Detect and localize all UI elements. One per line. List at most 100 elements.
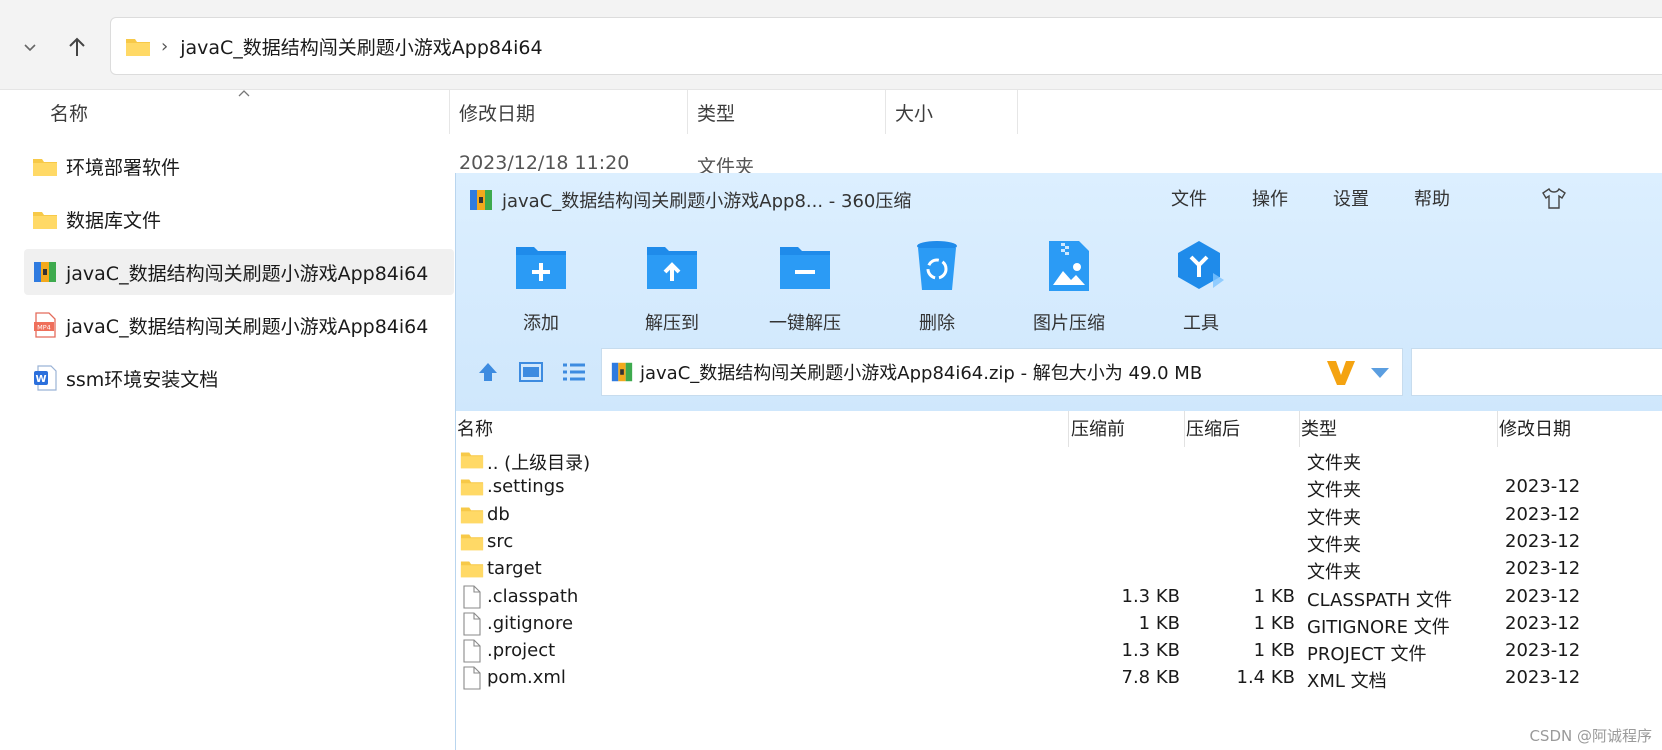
file-list-item-selected[interactable]: javaC_数据结构闯关刷题小游戏App84i64 — [24, 249, 454, 295]
file-name: javaC_数据结构闯关刷题小游戏App84i64 — [66, 315, 429, 338]
file-icon — [460, 584, 484, 609]
extract-to-folder-icon — [647, 247, 697, 289]
one-click-extract-button[interactable]: 一键解压 — [750, 237, 860, 335]
archive-row[interactable]: .gitignore 1 KB 1 KB GITIGNORE 文件 2023-12 — [456, 611, 1662, 638]
entry-type: CLASSPATH 文件 — [1307, 589, 1453, 611]
size-before: 7.8 KB — [1121, 667, 1181, 689]
size-after: 1 KB — [1253, 640, 1295, 662]
archive-row[interactable]: src 文件夹 2023-12 — [456, 529, 1662, 556]
one-click-extract-icon — [780, 247, 830, 289]
word-doc-icon: W — [32, 365, 58, 391]
folder-icon — [460, 475, 484, 499]
file-list-item[interactable]: 环境部署软件 — [24, 143, 454, 189]
column-type[interactable]: 类型 — [1301, 413, 1337, 443]
mp4-file-icon: MP4 — [32, 312, 58, 338]
entry-name: pom.xml — [487, 667, 566, 689]
entry-type: GITIGNORE 文件 — [1307, 616, 1450, 638]
file-name: 数据库文件 — [66, 209, 162, 232]
column-size[interactable]: 大小 — [895, 90, 933, 134]
entry-date: 2023-12 — [1505, 558, 1581, 580]
file-icon — [460, 612, 484, 636]
entry-name: .project — [487, 640, 556, 662]
list-view-icon[interactable] — [562, 361, 586, 383]
menu-file[interactable]: 文件 — [1171, 185, 1207, 211]
recycle-bin-icon — [917, 241, 957, 290]
sort-ascending-icon — [238, 90, 250, 97]
thumbnail-view-icon[interactable] — [519, 361, 543, 383]
entry-name: .gitignore — [487, 612, 574, 634]
file-name: javaC_数据结构闯关刷题小游戏App84i64 — [66, 262, 429, 285]
dropdown-arrow-icon[interactable] — [1370, 367, 1390, 379]
image-compress-icon — [1049, 241, 1089, 291]
archive-row[interactable]: .project 1.3 KB 1 KB PROJECT 文件 2023-12 — [456, 638, 1662, 665]
column-name[interactable]: 名称 — [50, 90, 88, 134]
arrow-up-icon — [69, 37, 85, 56]
delete-button[interactable]: 删除 — [882, 237, 992, 335]
add-folder-icon — [516, 247, 566, 289]
entry-date: 2023-12 — [1505, 476, 1581, 498]
folder-icon — [32, 153, 58, 179]
entry-type: XML 文档 — [1307, 671, 1387, 693]
archiver-window: javaC_数据结构闯关刷题小游戏App8... - 360压缩 文件 操作 设… — [455, 173, 1662, 750]
menu-help[interactable]: 帮助 — [1414, 185, 1450, 211]
skin-shirt-icon[interactable] — [1542, 187, 1566, 209]
entry-name: db — [487, 503, 510, 525]
vip-v-icon[interactable] — [1326, 359, 1356, 387]
zip-archive-icon — [32, 259, 58, 285]
column-name[interactable]: 名称 — [457, 413, 493, 443]
svg-text:W: W — [35, 374, 46, 385]
file-list-item[interactable]: 数据库文件 — [24, 196, 454, 242]
archive-search-box[interactable] — [1411, 348, 1662, 396]
entry-type: 文件夹 — [1307, 453, 1361, 474]
recent-locations-button[interactable] — [13, 30, 47, 64]
address-bar[interactable]: › javaC_数据结构闯关刷题小游戏App84i64 — [110, 17, 1662, 75]
entry-type: PROJECT 文件 — [1307, 644, 1427, 666]
column-modified[interactable]: 修改日期 — [1499, 413, 1571, 443]
size-before: 1.3 KB — [1121, 640, 1181, 662]
up-level-arrow-icon[interactable] — [476, 360, 500, 384]
file-list-item[interactable]: MP4 javaC_数据结构闯关刷题小游戏App84i64 — [24, 302, 454, 348]
image-compress-button[interactable]: 图片压缩 — [1014, 237, 1124, 335]
folder-icon — [460, 448, 484, 472]
archive-path-bar[interactable]: javaC_数据结构闯关刷题小游戏App84i64.zip - 解包大小为 49… — [601, 348, 1403, 396]
chevron-down-icon — [24, 44, 36, 52]
archive-row[interactable]: .. (上级目录) 文件夹 — [456, 447, 1662, 474]
item-modified-date: 2023/12/18 11:20 — [459, 152, 630, 174]
archive-path-text: javaC_数据结构闯关刷题小游戏App84i64.zip - 解包大小为 49… — [640, 363, 1203, 384]
entry-name: target — [487, 558, 542, 580]
file-list-item[interactable]: W ssm环境安装文档 — [24, 355, 454, 401]
folder-icon — [460, 530, 484, 554]
extract-to-button[interactable]: 解压到 — [617, 237, 727, 335]
explorer-toolbar: › javaC_数据结构闯关刷题小游戏App84i64 — [0, 0, 1662, 90]
menu-settings[interactable]: 设置 — [1333, 185, 1369, 211]
entry-date: 2023-12 — [1505, 503, 1581, 525]
entry-name: .. (上级目录) — [487, 453, 591, 474]
folder-icon — [126, 39, 150, 56]
entry-type: 文件夹 — [1307, 534, 1361, 556]
archive-row[interactable]: .settings 文件夹 2023-12 — [456, 474, 1662, 501]
entry-date: 2023-12 — [1505, 585, 1581, 607]
column-type[interactable]: 类型 — [697, 90, 735, 134]
entry-name: src — [487, 530, 514, 552]
file-name: 环境部署软件 — [66, 156, 181, 179]
entry-type: 文件夹 — [1307, 562, 1361, 584]
column-size-after[interactable]: 压缩后 — [1186, 413, 1240, 443]
size-before: 1.3 KB — [1121, 585, 1181, 607]
menu-operate[interactable]: 操作 — [1252, 185, 1288, 211]
zip-archive-icon — [470, 190, 492, 210]
tools-button[interactable]: 工具 — [1146, 237, 1256, 335]
folder-icon — [32, 206, 58, 232]
archive-row[interactable]: pom.xml 7.8 KB 1.4 KB XML 文档 2023-12 — [456, 665, 1662, 692]
archive-row[interactable]: db 文件夹 2023-12 — [456, 502, 1662, 529]
add-button[interactable]: 添加 — [486, 237, 596, 335]
column-modified[interactable]: 修改日期 — [459, 90, 535, 134]
column-size-before[interactable]: 压缩前 — [1071, 413, 1125, 443]
file-icon — [460, 666, 484, 690]
archiver-header: javaC_数据结构闯关刷题小游戏App8... - 360压缩 文件 操作 设… — [456, 173, 1662, 411]
file-name: ssm环境安装文档 — [66, 368, 219, 391]
entry-date: 2023-12 — [1505, 640, 1581, 662]
up-button[interactable] — [60, 30, 94, 64]
entry-type: 文件夹 — [1307, 507, 1361, 529]
archive-row[interactable]: target 文件夹 2023-12 — [456, 556, 1662, 583]
archive-row[interactable]: .classpath 1.3 KB 1 KB CLASSPATH 文件 2023-12 — [456, 584, 1662, 611]
